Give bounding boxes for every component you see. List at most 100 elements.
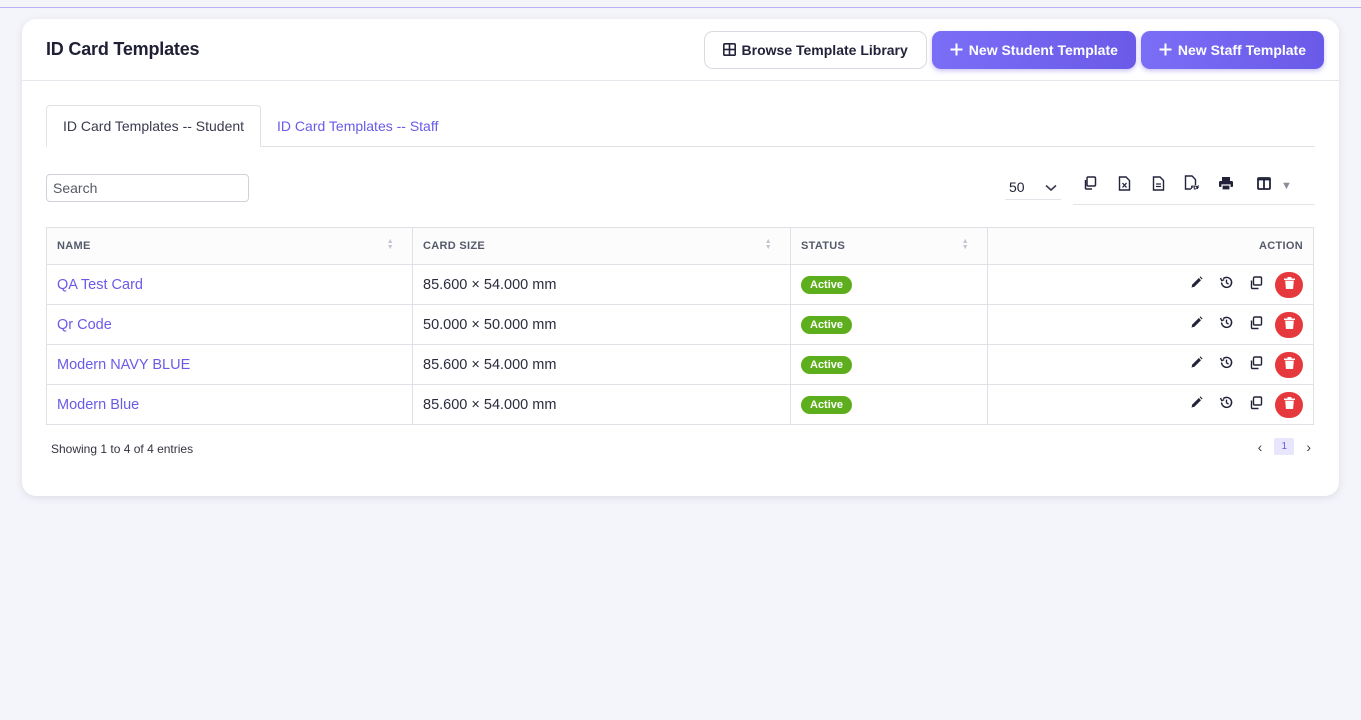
copy-icon [1083,176,1097,195]
sort-icon: ▲ ▼ [961,238,969,251]
delete-button[interactable] [1275,391,1303,418]
template-name-link[interactable]: Qr Code [57,317,112,333]
print-icon [1218,176,1234,196]
column-visibility-button[interactable]: ▼ [1257,176,1292,195]
template-tabs: ID Card Templates -- Student ID Card Tem… [46,105,1315,147]
templates-table: NAME ▲▼ CARD SIZE ▲▼ STATUS ▲▼ ACTION [46,227,1314,425]
history-button[interactable] [1217,356,1235,374]
copy-button[interactable] [1073,169,1107,203]
history-button[interactable] [1217,276,1235,294]
edit-button[interactable] [1187,316,1205,334]
table-header-row: NAME ▲ ▼ CARD SIZE ▲ ▼ STATUS ▲ ▼ ACTION [46,227,1314,265]
entries-info: Showing 1 to 4 of 4 entries [51,442,194,456]
column-header-label: ACTION [1259,240,1303,252]
history-icon [1219,275,1234,294]
pencil-icon [1190,316,1203,333]
name-cell: Modern Blue [46,384,413,425]
template-name-link[interactable]: Modern Blue [57,397,139,413]
status-badge: Active [801,275,853,294]
column-header-action: ACTION [987,227,1314,265]
search-input[interactable] [46,174,249,202]
new-student-template-label: New Student Template [968,41,1118,58]
plus-icon [950,43,963,56]
history-button[interactable] [1217,316,1235,334]
card-header: ID Card Templates Browse Template Librar… [22,19,1339,81]
row-actions [998,311,1303,338]
export-buttons: ▼ [1073,167,1315,205]
history-icon [1219,395,1234,414]
card-size-cell: 85.600 × 54.000 mm [412,344,791,385]
trash-icon [1283,396,1295,413]
caret-down-icon: ▼ [1281,179,1292,192]
sort-icon: ▲ ▼ [386,238,394,251]
status-badge: Active [801,315,853,334]
delete-button[interactable] [1275,351,1303,378]
sort-icon: ▲ ▼ [764,238,772,251]
status-badge: Active [801,395,853,414]
tab-staff[interactable]: ID Card Templates -- Staff [261,105,454,146]
column-header-label: CARD SIZE [423,240,485,252]
file-pdf-icon [1184,175,1200,196]
duplicate-button[interactable] [1247,395,1265,414]
status-badge: Active [801,355,853,374]
status-cell: Active [790,304,988,345]
name-cell: Qr Code [46,304,413,345]
edit-button[interactable] [1187,276,1205,294]
copy-icon [1249,275,1263,294]
table-row: Modern Blue 85.600 × 54.000 mm Active [46,384,1314,425]
copy-icon [1249,395,1263,414]
next-page-button[interactable]: › [1306,439,1311,455]
action-cell [987,264,1314,305]
page-size-value: 50 [1009,178,1025,195]
column-header-card-size[interactable]: CARD SIZE ▲ ▼ [412,227,791,265]
browse-template-library-button[interactable]: Browse Template Library [703,30,927,69]
table-footer: Showing 1 to 4 of 4 entries ‹ 1 › [46,425,1315,473]
duplicate-button[interactable] [1247,315,1265,334]
trash-icon [1283,276,1295,293]
column-header-label: NAME [57,240,91,252]
history-icon [1219,315,1234,334]
new-student-template-button[interactable]: New Student Template [931,30,1136,69]
card-size-cell: 85.600 × 54.000 mm [412,384,791,425]
file-excel-icon [1118,175,1131,196]
copy-icon [1249,355,1263,374]
card-size-cell: 50.000 × 50.000 mm [412,304,791,345]
page-size-select[interactable]: 50 [1005,174,1061,200]
row-actions [998,271,1303,298]
delete-button[interactable] [1275,311,1303,338]
excel-export-button[interactable] [1107,169,1141,203]
trash-icon [1283,356,1295,373]
print-button[interactable] [1209,169,1243,203]
history-button[interactable] [1217,396,1235,414]
duplicate-button[interactable] [1247,275,1265,294]
page-number-button[interactable]: 1 [1274,438,1295,455]
columns-icon [1257,176,1271,195]
edit-button[interactable] [1187,396,1205,414]
table-row: Qr Code 50.000 × 50.000 mm Active [46,304,1314,345]
delete-button[interactable] [1275,271,1303,298]
template-name-link[interactable]: Modern NAVY BLUE [57,357,190,373]
action-cell [987,304,1314,345]
table-row: QA Test Card 85.600 × 54.000 mm Active [46,264,1314,305]
new-staff-template-button[interactable]: New Staff Template [1140,30,1324,69]
plus-icon [1159,43,1172,56]
duplicate-button[interactable] [1247,355,1265,374]
prev-page-button[interactable]: ‹ [1258,439,1263,455]
column-header-status[interactable]: STATUS ▲ ▼ [790,227,988,265]
template-name-link[interactable]: QA Test Card [57,277,143,293]
pencil-icon [1190,356,1203,373]
status-cell: Active [790,384,988,425]
pdf-export-button[interactable] [1175,169,1209,203]
name-cell: QA Test Card [46,264,413,305]
new-staff-template-label: New Staff Template [1177,41,1306,58]
csv-export-button[interactable] [1141,169,1175,203]
pagination: ‹ 1 › [1258,438,1311,455]
action-cell [987,384,1314,425]
edit-button[interactable] [1187,356,1205,374]
file-text-icon [1152,175,1165,196]
pencil-icon [1190,396,1203,413]
column-header-name[interactable]: NAME ▲ ▼ [46,227,413,265]
history-icon [1219,355,1234,374]
column-header-label: STATUS [801,240,846,252]
tab-student[interactable]: ID Card Templates -- Student [46,105,262,147]
